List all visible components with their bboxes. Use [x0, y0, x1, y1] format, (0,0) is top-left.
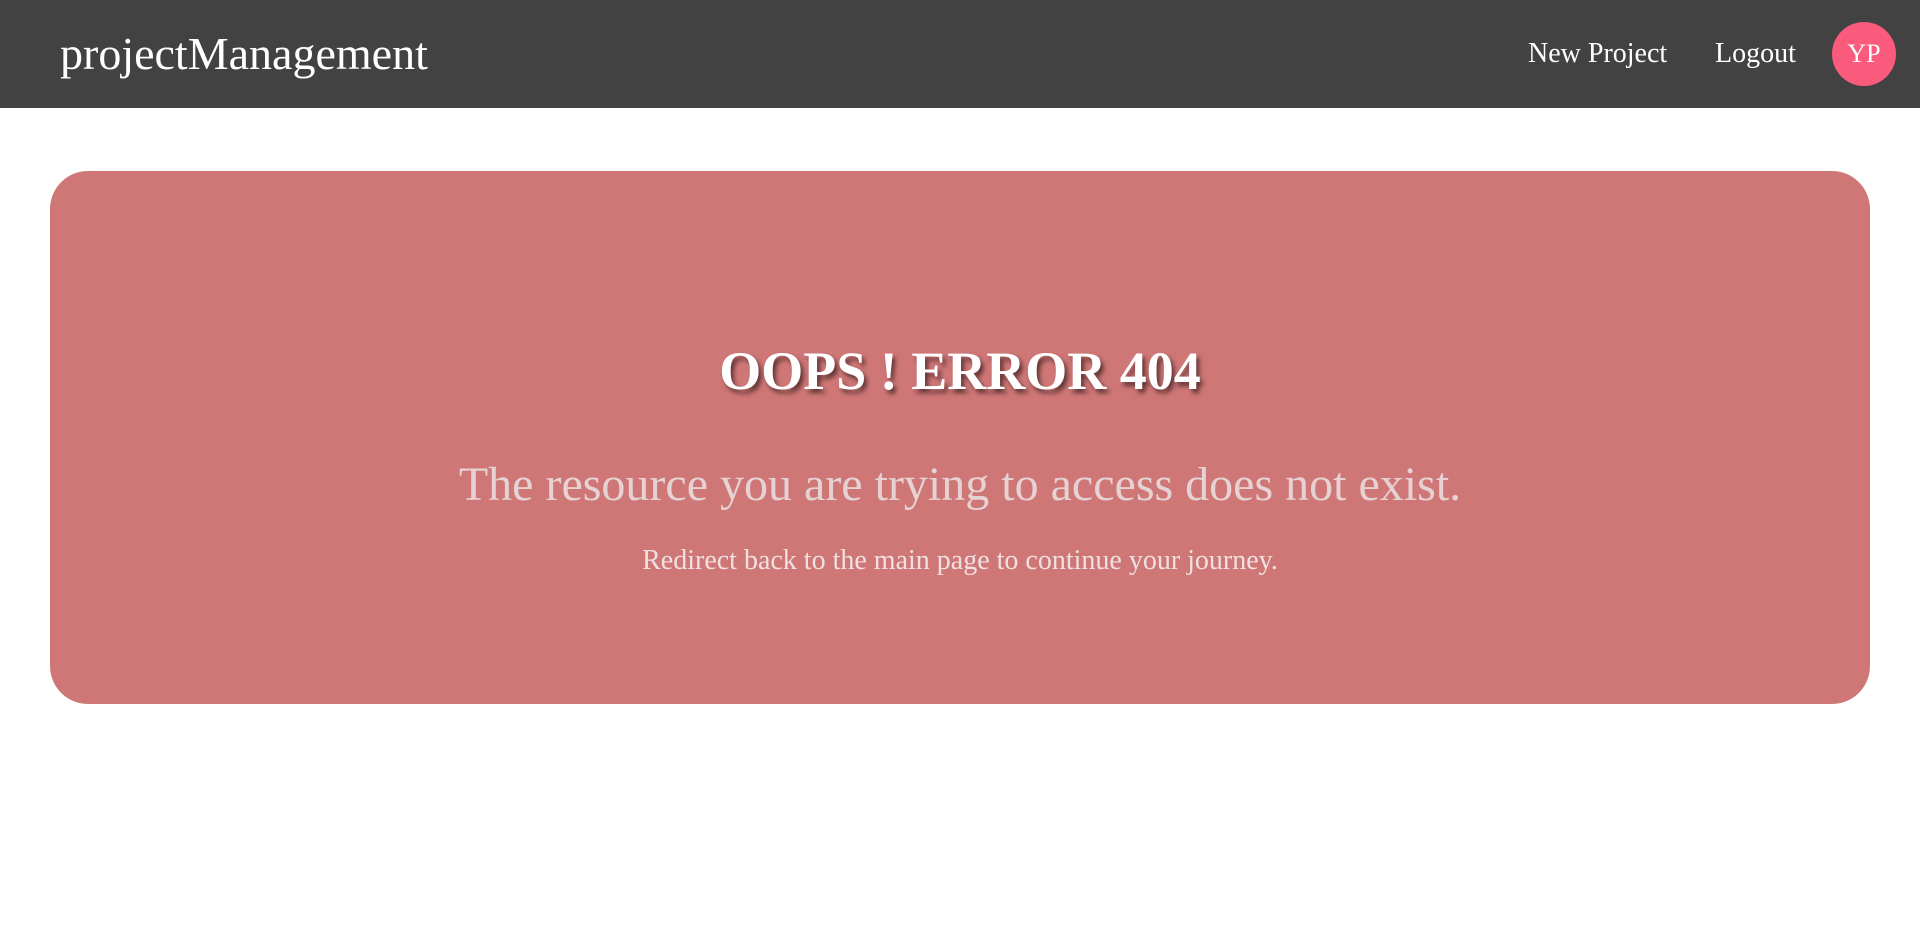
- error-card: OOPS ! ERROR 404 The resource you are tr…: [50, 171, 1870, 704]
- user-avatar[interactable]: YP: [1832, 22, 1896, 86]
- error-message: The resource you are trying to access do…: [458, 458, 1462, 511]
- brand-logo-link[interactable]: projectManagement: [60, 0, 428, 108]
- error-hint: Redirect back to the main page to contin…: [642, 545, 1278, 576]
- new-project-link[interactable]: New Project: [1528, 0, 1667, 108]
- top-navbar: projectManagement New Project Logout YP: [0, 0, 1920, 108]
- logout-link[interactable]: Logout: [1715, 0, 1796, 108]
- error-title: OOPS ! ERROR 404: [719, 341, 1201, 401]
